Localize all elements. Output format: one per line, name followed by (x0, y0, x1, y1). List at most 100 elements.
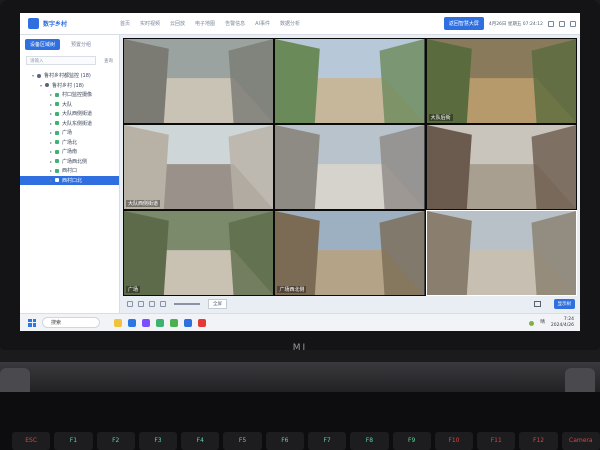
windows-start-icon[interactable] (28, 318, 36, 327)
video-cell[interactable]: 大队西侧街道 (124, 125, 274, 209)
camera-feed-image (426, 211, 576, 295)
tree-item-label: 村口监控摄像 (62, 92, 93, 99)
tree-camera-item[interactable]: ▸ 大队 (20, 100, 119, 110)
tree-camera-item[interactable]: ▸ 广场 (20, 128, 119, 138)
device-search-button[interactable]: 查询 (104, 58, 113, 64)
caret-right-icon[interactable]: ▸ (50, 111, 52, 116)
fkey: F11 (477, 432, 516, 450)
caret-right-icon[interactable]: ▸ (50, 168, 52, 173)
app-header: 数字乡村 首页 实时视频 云回放 电子地图 告警信息 AI事件 数据分析 返回智… (20, 13, 580, 35)
fkey: F4 (181, 432, 220, 450)
camera-feed-image (426, 39, 576, 123)
taskbar-search[interactable]: 搜索 (42, 317, 100, 328)
tree-item-label: 大队 (62, 101, 73, 108)
bell-icon[interactable] (548, 20, 554, 27)
edge-browser-icon[interactable] (128, 318, 136, 327)
nav-tab-home[interactable]: 首页 (120, 20, 130, 27)
video-cell[interactable] (275, 125, 425, 209)
tree-region-item[interactable]: ▾ 鲁村乡村都监控 (18) (20, 71, 119, 81)
fkey: F10 (434, 432, 474, 450)
nav-tab-map[interactable]: 电子地图 (195, 20, 215, 27)
nav-tab-live-video[interactable]: 实时视频 (140, 20, 160, 27)
video-cell[interactable] (124, 39, 274, 123)
volume-icon[interactable] (160, 301, 166, 307)
camera-icon (55, 121, 60, 126)
tree-item-label: 广场南 (62, 149, 78, 156)
tree-region-item[interactable]: ▾ 鲁村乡村 (18) (20, 81, 119, 91)
caret-right-icon[interactable]: ▸ (50, 159, 52, 164)
camera-feed-image (124, 39, 274, 123)
caret-down-icon[interactable]: ▾ (32, 73, 34, 78)
weather-icon[interactable] (529, 320, 535, 326)
fkey: F12 (519, 432, 558, 450)
tree-camera-item[interactable]: ▸ 大队西侧街道 (20, 109, 119, 119)
caret-right-icon[interactable]: ▸ (50, 149, 52, 154)
wechat-icon[interactable] (170, 318, 178, 327)
video-cell[interactable] (425, 210, 577, 296)
camera-icon (55, 102, 60, 107)
video-cell[interactable]: 大队后街 (426, 39, 576, 123)
tab-device-tree[interactable]: 设备区域树 (25, 39, 61, 50)
record-icon[interactable] (138, 301, 144, 307)
camera-icon (55, 111, 60, 116)
device-search-input[interactable]: 请输入 (26, 56, 96, 65)
camera-feed-image (124, 125, 274, 209)
monitoring-app-icon[interactable] (184, 318, 192, 327)
tree-camera-item[interactable]: ▸ 广场西北侧 (20, 157, 119, 167)
snapshot-icon[interactable] (127, 301, 133, 307)
grid-layout-icon[interactable] (534, 301, 541, 307)
caret-right-icon[interactable]: ▸ (50, 121, 52, 126)
tree-item-label: 西村口北 (62, 177, 83, 184)
tree-item-label: 西村口 (62, 168, 78, 175)
nav-tab-analytics[interactable]: 数据分析 (280, 20, 300, 27)
fullscreen-button[interactable]: 全屏 (208, 299, 227, 309)
nav-tab-alarms[interactable]: 告警信息 (225, 20, 245, 27)
taskbar-date: 2024/4/26 (550, 323, 574, 328)
location-pin-icon (45, 83, 50, 88)
nav-tab-playback[interactable]: 云回放 (170, 20, 185, 27)
tree-camera-item[interactable]: ▸ 西村口 (20, 166, 119, 176)
caret-right-icon[interactable]: ▸ (50, 140, 52, 145)
nav-tab-ai-events[interactable]: AI事件 (255, 20, 270, 27)
chat-app-icon[interactable] (156, 318, 164, 327)
tab-preset-groups[interactable]: 预置分组 (66, 39, 96, 50)
taskbar-clock[interactable]: 7:24 2024/4/26 (551, 317, 574, 329)
camera-icon (55, 149, 60, 154)
tree-camera-item[interactable]: ▸ 西村口北 (20, 175, 119, 185)
volume-slider[interactable] (174, 303, 200, 305)
header-actions: 返回智慧大屏 4月26日 星期五 07:24:12 (443, 17, 576, 30)
show-tree-button[interactable]: 显示树 (553, 299, 575, 309)
camera-icon (55, 159, 60, 164)
caret-right-icon[interactable]: ▸ (50, 102, 52, 107)
user-icon[interactable] (570, 20, 576, 27)
video-cell[interactable]: 广场西北侧 (275, 211, 425, 295)
tree-item-label: 大队西侧街道 (62, 111, 93, 118)
fkey: F5 (223, 432, 262, 450)
caret-right-icon[interactable]: ▸ (50, 178, 52, 183)
video-cell[interactable] (426, 125, 576, 209)
fullscreen-icon[interactable] (559, 20, 565, 27)
caret-right-icon[interactable]: ▸ (50, 92, 52, 97)
red-app-icon[interactable] (198, 318, 206, 327)
file-explorer-icon[interactable] (114, 318, 122, 327)
bigscreen-button[interactable]: 返回智慧大屏 (443, 17, 484, 30)
video-cell-label: 大队后街 (428, 114, 453, 121)
video-cell[interactable]: 广场 (124, 211, 274, 295)
camera-icon (55, 168, 60, 173)
tree-camera-item[interactable]: ▸ 村口监控摄像 (20, 90, 119, 100)
camera-feed-image (275, 125, 425, 209)
stop-all-icon[interactable] (149, 301, 155, 307)
fkey: F1 (54, 432, 93, 450)
fkey: F9 (392, 432, 431, 450)
caret-down-icon[interactable]: ▾ (40, 83, 42, 88)
tree-camera-item[interactable]: ▸ 广场北 (20, 138, 119, 148)
ime-indicator[interactable]: 晴 (540, 320, 545, 326)
tree-camera-item[interactable]: ▸ 大队东侧街道 (20, 119, 119, 129)
caret-right-icon[interactable]: ▸ (50, 130, 52, 135)
tree-camera-item[interactable]: ▸ 广场南 (20, 147, 119, 157)
store-icon[interactable] (142, 318, 150, 327)
app-logo: 数字乡村 (20, 13, 110, 35)
taskbar-apps (114, 318, 206, 327)
camera-icon (55, 140, 60, 145)
video-cell[interactable] (275, 39, 425, 123)
